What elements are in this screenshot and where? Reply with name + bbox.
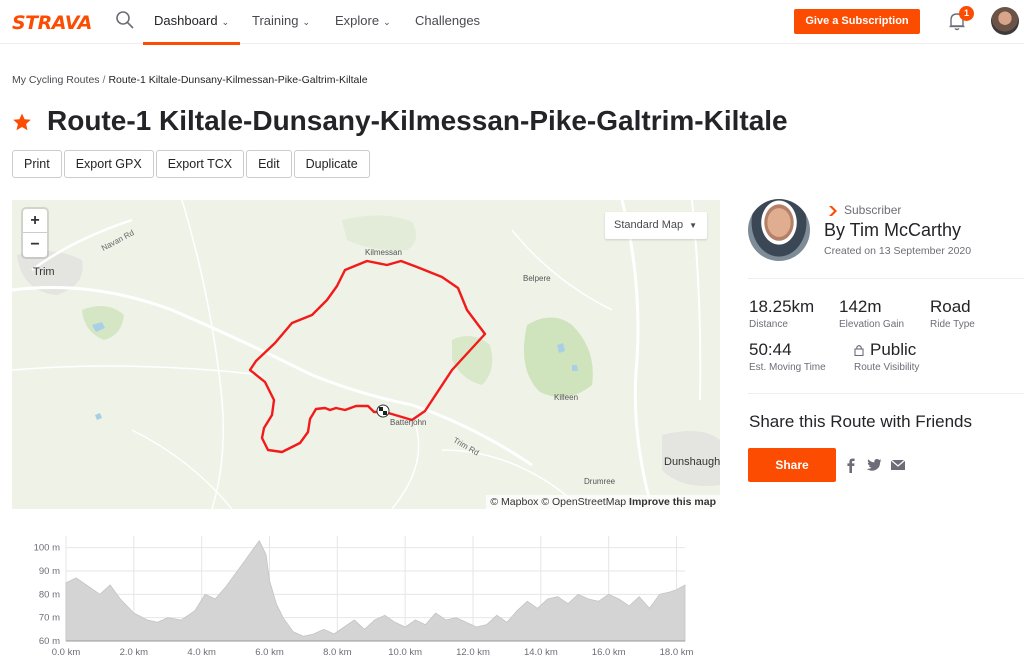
- stat-label: Elevation Gain: [839, 319, 905, 330]
- divider: [748, 393, 1024, 394]
- map-attribution: © Mapbox © OpenStreetMap Improve this ma…: [486, 495, 720, 509]
- stat-moving-time: 50:44 Est. Moving Time: [749, 340, 826, 374]
- stat-value: 18.25km: [749, 297, 815, 316]
- nav-challenges[interactable]: Challenges: [415, 13, 480, 28]
- search-icon[interactable]: [115, 10, 135, 30]
- stat-value: 142m: [839, 297, 882, 316]
- give-subscription-button[interactable]: Give a Subscription: [794, 9, 920, 34]
- map-type-dropdown[interactable]: Standard Map ▼: [605, 212, 707, 239]
- x-tick-label: 4.0 km: [187, 647, 216, 658]
- zoom-out-button[interactable]: −: [23, 233, 47, 257]
- chevron-down-icon: ⌄: [383, 17, 391, 27]
- x-tick-label: 14.0 km: [524, 647, 558, 658]
- twitter-icon[interactable]: [866, 457, 882, 473]
- x-tick-label: 18.0 km: [660, 647, 694, 658]
- stat-ride-type: Road Ride Type: [930, 297, 975, 331]
- place-belpere: Belpere: [523, 274, 551, 283]
- stat-value: 50:44: [749, 340, 792, 359]
- y-tick-label: 60 m: [39, 636, 60, 647]
- place-killeen: Killeen: [554, 393, 579, 402]
- route-map[interactable]: + − Standard Map ▼ Trim Kilmessan Belpere…: [12, 200, 720, 509]
- x-tick-label: 0.0 km: [52, 647, 81, 658]
- athlete-avatar[interactable]: [748, 199, 810, 261]
- stat-value: Public: [854, 341, 919, 359]
- edit-button[interactable]: Edit: [246, 150, 292, 178]
- stat-value: Road: [930, 297, 971, 316]
- duplicate-button[interactable]: Duplicate: [293, 150, 370, 178]
- share-title: Share this Route with Friends: [749, 412, 972, 431]
- breadcrumb-current: Route-1 Kiltale-Dunsany-Kilmessan-Pike-G…: [108, 74, 368, 86]
- y-tick-label: 100 m: [34, 543, 60, 554]
- route-actions: Print Export GPX Export TCX Edit Duplica…: [12, 150, 370, 178]
- place-drumree: Drumree: [584, 477, 616, 486]
- athlete-name[interactable]: By Tim McCarthy: [824, 220, 961, 241]
- created-date: Created on 13 September 2020: [824, 245, 972, 257]
- stat-label: Ride Type: [930, 319, 975, 330]
- breadcrumb: My Cycling Routes / Route-1 Kiltale-Dunsan…: [12, 74, 368, 86]
- print-button[interactable]: Print: [12, 150, 62, 178]
- map-canvas: [12, 200, 720, 509]
- x-tick-label: 16.0 km: [592, 647, 626, 658]
- share-button[interactable]: Share: [748, 448, 836, 482]
- caret-down-icon: ▼: [689, 221, 697, 230]
- place-dunshaughlin: Dunshaughl: [664, 456, 720, 468]
- y-tick-label: 70 m: [39, 613, 60, 624]
- nav-dashboard[interactable]: Dashboard ⌄: [154, 13, 229, 28]
- visibility-value: Public: [870, 340, 917, 359]
- place-batterjohn: Batterjohn: [390, 418, 427, 427]
- x-tick-label: 12.0 km: [456, 647, 490, 658]
- nav-explore[interactable]: Explore ⌄: [335, 13, 391, 28]
- subscriber-chevron-icon: [829, 206, 837, 216]
- breadcrumb-separator: /: [102, 74, 106, 86]
- stat-distance: 18.25km Distance: [749, 297, 815, 331]
- notification-badge: 1: [959, 6, 974, 21]
- user-avatar[interactable]: [991, 7, 1019, 35]
- chevron-down-icon: ⌄: [302, 17, 311, 27]
- mapbox-link[interactable]: © Mapbox: [490, 496, 538, 508]
- divider: [748, 278, 1024, 279]
- map-type-label: Standard Map: [614, 219, 684, 231]
- elevation-chart[interactable]: 60 m 70 m 80 m 90 m 100 m 0.0 km 2.0 km 4.0 km 6…: [12, 528, 702, 669]
- osm-link[interactable]: © OpenStreetMap: [541, 496, 626, 508]
- star-icon[interactable]: [12, 112, 32, 132]
- x-tick-label: 10.0 km: [388, 647, 422, 658]
- lock-icon: [854, 345, 864, 356]
- finish-flag-icon: [376, 404, 390, 418]
- route-line: [248, 259, 487, 454]
- place-kilmessan: Kilmessan: [365, 248, 402, 257]
- top-nav: STRAVA Dashboard ⌄ Training ⌄ Explore ⌄ Cha…: [0, 0, 1024, 45]
- breadcrumb-parent[interactable]: My Cycling Routes: [12, 74, 100, 86]
- elevation-area: [65, 539, 686, 642]
- y-tick-label: 80 m: [39, 589, 60, 600]
- stat-visibility: Public Route Visibility: [854, 341, 920, 374]
- email-icon[interactable]: [890, 457, 906, 473]
- x-tick-label: 6.0 km: [255, 647, 284, 658]
- x-tick-label: 2.0 km: [120, 647, 149, 658]
- facebook-icon[interactable]: [843, 457, 859, 473]
- stat-label: Est. Moving Time: [749, 362, 826, 373]
- stat-label: Route Visibility: [854, 362, 920, 373]
- export-gpx-button[interactable]: Export GPX: [63, 150, 154, 178]
- y-tick-label: 90 m: [39, 566, 60, 577]
- zoom-in-button[interactable]: +: [23, 209, 47, 233]
- nav-active-indicator: [143, 42, 240, 45]
- nav-training[interactable]: Training ⌄: [252, 13, 310, 28]
- page-title: Route-1 Kiltale-Dunsany-Kilmessan-Pike-G…: [47, 105, 788, 136]
- subscriber-badge: Subscriber: [844, 203, 902, 217]
- x-tick-label: 8.0 km: [323, 647, 352, 658]
- stat-label: Distance: [749, 319, 788, 330]
- place-trim: Trim: [33, 266, 55, 278]
- chevron-down-icon: ⌄: [221, 17, 230, 27]
- strava-logo[interactable]: STRAVA: [12, 12, 92, 34]
- export-tcx-button[interactable]: Export TCX: [155, 150, 245, 178]
- zoom-controls: + −: [23, 209, 47, 257]
- stat-elevation: 142m Elevation Gain: [839, 297, 905, 331]
- improve-map-link[interactable]: Improve this map: [629, 496, 716, 508]
